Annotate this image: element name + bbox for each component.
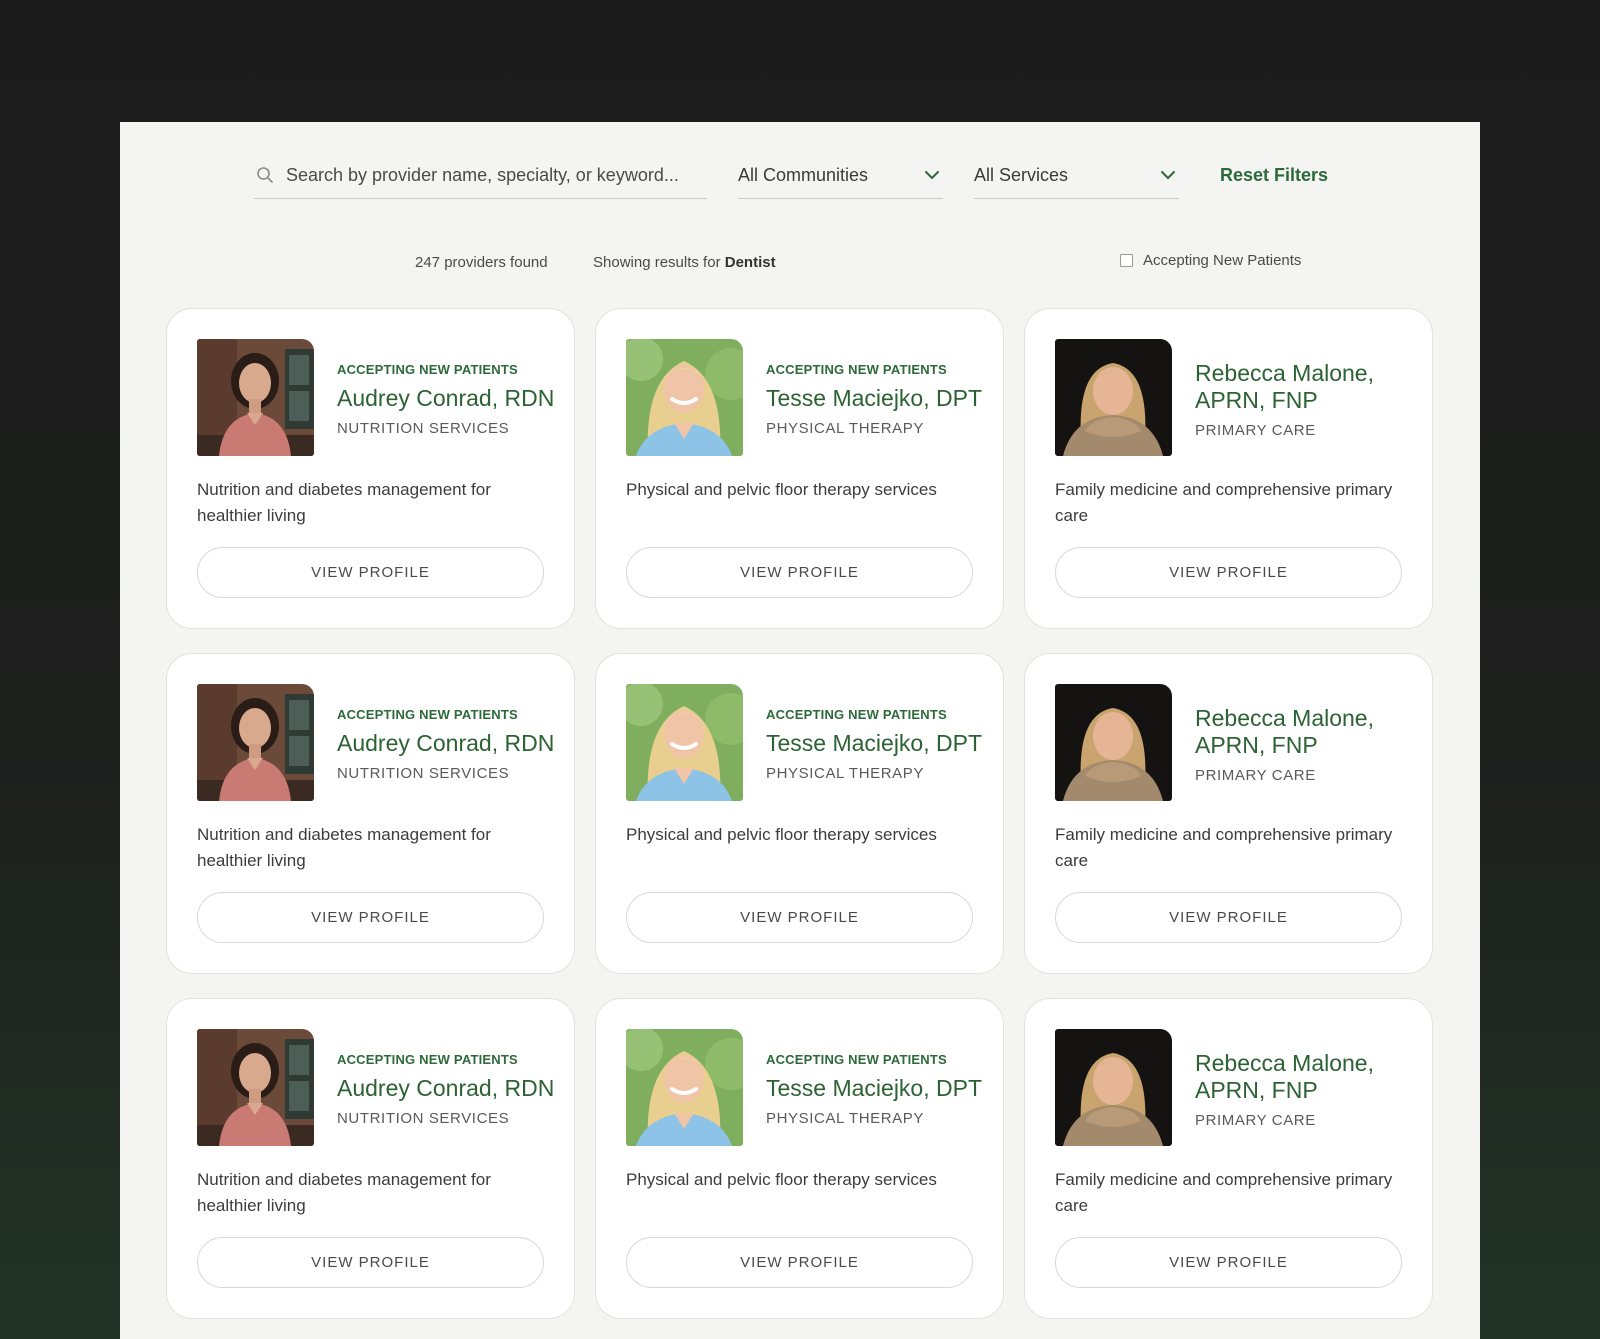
provider-card: Rebecca Malone, APRN, FNP PRIMARY CARE F… (1024, 653, 1433, 974)
provider-specialty: PRIMARY CARE (1195, 422, 1316, 439)
accepting-badge: ACCEPTING NEW PATIENTS (337, 362, 518, 377)
provider-directory-panel: All Communities All Services Reset Filte… (120, 122, 1480, 1339)
provider-description: Family medicine and comprehensive primar… (1055, 1170, 1393, 1215)
provider-name[interactable]: Audrey Conrad, RDN (337, 730, 557, 757)
provider-card: Rebecca Malone, APRN, FNP PRIMARY CARE F… (1024, 308, 1433, 629)
provider-name[interactable]: Audrey Conrad, RDN (337, 1075, 557, 1102)
provider-photo (1055, 339, 1172, 456)
provider-description: Nutrition and diabetes management for he… (197, 480, 491, 525)
reset-filters-link[interactable]: Reset Filters (1220, 152, 1328, 198)
provider-photo (197, 339, 314, 456)
showing-results-text: Showing results for Dentist (593, 254, 776, 271)
provider-specialty: PHYSICAL THERAPY (766, 765, 924, 782)
provider-photo (1055, 684, 1172, 801)
communities-dropdown-label: All Communities (738, 164, 869, 185)
provider-info: ACCEPTING NEW PATIENTS Tesse Maciejko, D… (766, 688, 986, 801)
provider-name[interactable]: Rebecca Malone, APRN, FNP (1195, 705, 1415, 759)
provider-photo (197, 684, 314, 801)
provider-specialty: PHYSICAL THERAPY (766, 1110, 924, 1127)
provider-photo (626, 1029, 743, 1146)
view-profile-button[interactable]: VIEW PROFILE (197, 892, 544, 943)
provider-description: Nutrition and diabetes management for he… (197, 825, 491, 870)
view-profile-button[interactable]: VIEW PROFILE (197, 1237, 544, 1288)
provider-grid: ACCEPTING NEW PATIENTS Audrey Conrad, RD… (166, 308, 1433, 1319)
provider-info: Rebecca Malone, APRN, FNP PRIMARY CARE (1195, 343, 1415, 456)
view-profile-button[interactable]: VIEW PROFILE (626, 1237, 973, 1288)
search-input[interactable] (284, 163, 707, 187)
provider-name[interactable]: Tesse Maciejko, DPT (766, 1075, 986, 1102)
view-profile-button[interactable]: VIEW PROFILE (626, 892, 973, 943)
accepting-badge: ACCEPTING NEW PATIENTS (766, 362, 947, 377)
provider-specialty: PRIMARY CARE (1195, 1112, 1316, 1129)
provider-info: ACCEPTING NEW PATIENTS Tesse Maciejko, D… (766, 1033, 986, 1146)
search-icon (257, 167, 273, 183)
accepting-badge: ACCEPTING NEW PATIENTS (766, 707, 947, 722)
accepting-badge: ACCEPTING NEW PATIENTS (337, 1052, 518, 1067)
provider-specialty: NUTRITION SERVICES (337, 420, 510, 437)
accepting-new-patients-label: Accepting New Patients (1143, 252, 1302, 269)
provider-description: Physical and pelvic floor therapy servic… (626, 1170, 937, 1189)
provider-info: ACCEPTING NEW PATIENTS Audrey Conrad, RD… (337, 688, 557, 801)
provider-name[interactable]: Tesse Maciejko, DPT (766, 385, 986, 412)
provider-card: Rebecca Malone, APRN, FNP PRIMARY CARE F… (1024, 998, 1433, 1319)
provider-info: ACCEPTING NEW PATIENTS Tesse Maciejko, D… (766, 343, 986, 456)
provider-card: ACCEPTING NEW PATIENTS Audrey Conrad, RD… (166, 653, 575, 974)
provider-name[interactable]: Audrey Conrad, RDN (337, 385, 557, 412)
results-count: 247 providers found (415, 254, 548, 271)
provider-card: ACCEPTING NEW PATIENTS Audrey Conrad, RD… (166, 998, 575, 1319)
provider-name[interactable]: Rebecca Malone, APRN, FNP (1195, 1050, 1415, 1104)
provider-description: Family medicine and comprehensive primar… (1055, 480, 1393, 525)
provider-photo (626, 684, 743, 801)
accepting-badge: ACCEPTING NEW PATIENTS (766, 1052, 947, 1067)
accepting-badge: ACCEPTING NEW PATIENTS (337, 707, 518, 722)
services-dropdown[interactable]: All Services (974, 152, 1179, 199)
provider-info: Rebecca Malone, APRN, FNP PRIMARY CARE (1195, 1033, 1415, 1146)
provider-name[interactable]: Rebecca Malone, APRN, FNP (1195, 360, 1415, 414)
provider-photo (197, 1029, 314, 1146)
provider-specialty: NUTRITION SERVICES (337, 765, 510, 782)
provider-name[interactable]: Tesse Maciejko, DPT (766, 730, 986, 757)
search-field[interactable] (254, 152, 707, 199)
communities-dropdown[interactable]: All Communities (738, 152, 943, 199)
provider-specialty: PHYSICAL THERAPY (766, 420, 924, 437)
provider-description: Physical and pelvic floor therapy servic… (626, 825, 937, 844)
view-profile-button[interactable]: VIEW PROFILE (1055, 1237, 1402, 1288)
provider-specialty: NUTRITION SERVICES (337, 1110, 510, 1127)
accepting-new-patients-checkbox[interactable] (1120, 254, 1133, 267)
provider-description: Family medicine and comprehensive primar… (1055, 825, 1393, 870)
view-profile-button[interactable]: VIEW PROFILE (197, 547, 544, 598)
chevron-down-icon (1161, 170, 1175, 179)
view-profile-button[interactable]: VIEW PROFILE (626, 547, 973, 598)
provider-card: ACCEPTING NEW PATIENTS Audrey Conrad, RD… (166, 308, 575, 629)
services-dropdown-label: All Services (974, 164, 1069, 185)
filter-bar: All Communities All Services Reset Filte… (254, 152, 1334, 271)
provider-card: ACCEPTING NEW PATIENTS Tesse Maciejko, D… (595, 308, 1004, 629)
provider-info: Rebecca Malone, APRN, FNP PRIMARY CARE (1195, 688, 1415, 801)
provider-card: ACCEPTING NEW PATIENTS Tesse Maciejko, D… (595, 998, 1004, 1319)
chevron-down-icon (925, 170, 939, 179)
search-term: Dentist (724, 254, 776, 271)
provider-description: Nutrition and diabetes management for he… (197, 1170, 491, 1215)
accepting-new-patients-filter[interactable]: Accepting New Patients (1120, 252, 1301, 269)
provider-info: ACCEPTING NEW PATIENTS Audrey Conrad, RD… (337, 343, 557, 456)
provider-info: ACCEPTING NEW PATIENTS Audrey Conrad, RD… (337, 1033, 557, 1146)
view-profile-button[interactable]: VIEW PROFILE (1055, 547, 1402, 598)
provider-specialty: PRIMARY CARE (1195, 767, 1316, 784)
showing-prefix: Showing results for (593, 254, 721, 271)
provider-description: Physical and pelvic floor therapy servic… (626, 480, 937, 499)
provider-photo (1055, 1029, 1172, 1146)
view-profile-button[interactable]: VIEW PROFILE (1055, 892, 1402, 943)
provider-card: ACCEPTING NEW PATIENTS Tesse Maciejko, D… (595, 653, 1004, 974)
provider-photo (626, 339, 743, 456)
